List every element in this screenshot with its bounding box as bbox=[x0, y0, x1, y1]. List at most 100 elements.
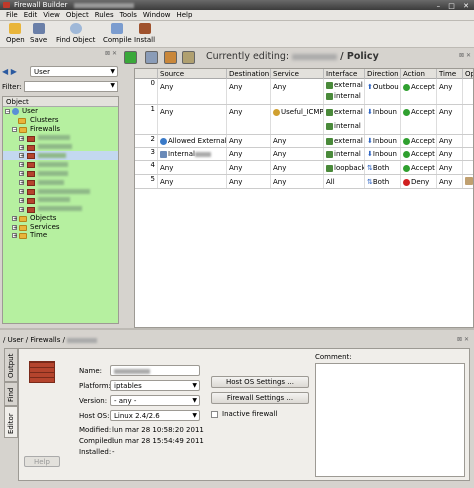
tab-editor[interactable]: Editor bbox=[4, 406, 18, 438]
rule-direction[interactable]: ⇅Both bbox=[364, 175, 400, 188]
inspect-rule-icon[interactable] bbox=[182, 51, 195, 64]
expand-icon[interactable]: + bbox=[19, 144, 24, 150]
open-button[interactable]: Open bbox=[6, 23, 25, 44]
rule-interface[interactable]: external bbox=[323, 135, 364, 147]
install-button[interactable]: Install bbox=[134, 23, 155, 44]
rule-action[interactable]: Accept bbox=[400, 135, 436, 147]
rule-direction[interactable]: ⬇Inboun bbox=[364, 105, 400, 134]
tree-item-firewall[interactable]: + bbox=[3, 187, 118, 196]
rule-options[interactable] bbox=[462, 175, 473, 188]
col-time[interactable]: Time bbox=[436, 69, 462, 79]
rule-destination[interactable]: Any bbox=[226, 135, 270, 147]
compile-button[interactable]: Compile bbox=[103, 23, 132, 44]
rule-source[interactable]: Any bbox=[157, 175, 226, 188]
menu-file[interactable]: File bbox=[3, 11, 21, 19]
rule-time[interactable]: Any bbox=[436, 161, 462, 174]
rule-destination[interactable]: Any bbox=[226, 148, 270, 160]
tree-item-firewall[interactable]: + bbox=[3, 160, 118, 169]
rule-action[interactable]: Accept bbox=[400, 161, 436, 174]
tree-item-firewall[interactable]: + bbox=[3, 178, 118, 187]
tree-item-time[interactable]: + Time bbox=[3, 231, 118, 240]
rule-time[interactable]: Any bbox=[436, 79, 462, 104]
policy-rule-row[interactable]: 0 Any Any Any external internal ⬆Outbou … bbox=[135, 79, 473, 105]
tree-item-firewall-selected[interactable]: + bbox=[3, 151, 118, 161]
tree-item-user[interactable]: − User bbox=[3, 107, 118, 116]
rule-destination[interactable]: Any bbox=[226, 161, 270, 174]
col-source[interactable]: Source bbox=[157, 69, 226, 79]
rule-action[interactable]: Accept bbox=[400, 148, 436, 160]
rule-direction[interactable]: ⬆Outbou bbox=[364, 79, 400, 104]
menu-edit[interactable]: Edit bbox=[21, 11, 41, 19]
object-tree[interactable]: Object − User Clusters − Firewalls + + + bbox=[2, 96, 119, 324]
rule-action[interactable]: Deny bbox=[400, 175, 436, 188]
rule-action[interactable]: Accept bbox=[400, 79, 436, 104]
back-forward-arrows-icon[interactable]: ◀ ▶ bbox=[2, 67, 17, 76]
rule-source[interactable]: Allowed Externals bbox=[157, 135, 226, 147]
rule-service[interactable]: Any bbox=[270, 161, 323, 174]
menu-tools[interactable]: Tools bbox=[117, 11, 140, 19]
expand-icon[interactable]: + bbox=[12, 233, 17, 239]
expand-icon[interactable]: + bbox=[12, 224, 17, 230]
col-interface[interactable]: Interface bbox=[323, 69, 364, 79]
rule-service[interactable]: Any bbox=[270, 79, 323, 104]
rule-source[interactable]: Any bbox=[157, 161, 226, 174]
expand-icon[interactable]: + bbox=[19, 171, 24, 177]
menu-help[interactable]: Help bbox=[173, 11, 195, 19]
rule-source[interactable]: Any bbox=[157, 105, 226, 134]
rule-time[interactable]: Any bbox=[436, 105, 462, 134]
col-service[interactable]: Service bbox=[270, 69, 323, 79]
version-select[interactable]: - any - ▼ bbox=[110, 395, 200, 406]
collapse-icon[interactable]: − bbox=[12, 126, 17, 132]
panel-close-icon[interactable]: ⊠ ✕ bbox=[105, 50, 117, 57]
rule-destination[interactable]: Any bbox=[226, 79, 270, 104]
rule-interface[interactable]: external internal bbox=[323, 105, 364, 134]
expand-icon[interactable]: + bbox=[12, 215, 17, 221]
tree-item-firewall[interactable]: + bbox=[3, 143, 118, 152]
rule-options[interactable] bbox=[462, 135, 473, 147]
panel-close-icon[interactable]: ⊠ ✕ bbox=[459, 52, 471, 59]
rule-interface[interactable]: All bbox=[323, 175, 364, 188]
rule-time[interactable]: Any bbox=[436, 135, 462, 147]
library-select[interactable]: User ▼ bbox=[30, 66, 118, 77]
filter-input[interactable]: ▼ bbox=[24, 81, 118, 92]
expand-icon[interactable]: + bbox=[19, 189, 24, 195]
tree-item-firewall[interactable]: + bbox=[3, 196, 118, 205]
rule-action[interactable]: Accept bbox=[400, 105, 436, 134]
install-rule-icon[interactable] bbox=[164, 51, 177, 64]
collapse-icon[interactable]: − bbox=[5, 109, 10, 115]
rule-service[interactable]: Any bbox=[270, 135, 323, 147]
expand-icon[interactable]: + bbox=[19, 153, 24, 159]
rule-direction[interactable]: ⬇Inboun bbox=[364, 135, 400, 147]
rule-options[interactable] bbox=[462, 79, 473, 104]
expand-icon[interactable]: + bbox=[19, 162, 24, 168]
rule-direction[interactable]: ⬇Inboun bbox=[364, 148, 400, 160]
compile-rule-icon[interactable] bbox=[145, 51, 158, 64]
menu-object[interactable]: Object bbox=[63, 11, 92, 19]
tree-item-objects[interactable]: + Objects bbox=[3, 214, 118, 223]
tree-item-clusters[interactable]: Clusters bbox=[3, 116, 118, 125]
tree-item-firewall[interactable]: + bbox=[3, 169, 118, 178]
rule-service[interactable]: Any bbox=[270, 148, 323, 160]
policy-rules-table[interactable]: Source Destination Service Interface Dir… bbox=[134, 68, 474, 328]
policy-rule-row[interactable]: 3 Internal Any Any internal ⬇Inboun Acce… bbox=[135, 148, 473, 161]
col-direction[interactable]: Direction bbox=[364, 69, 400, 79]
hostos-select[interactable]: Linux 2.4/2.6 ▼ bbox=[110, 410, 200, 421]
expand-icon[interactable]: + bbox=[19, 206, 24, 212]
save-button[interactable]: Save bbox=[30, 23, 47, 44]
expand-icon[interactable]: + bbox=[19, 180, 24, 186]
name-field[interactable] bbox=[110, 365, 200, 376]
find-object-button[interactable]: Find Object bbox=[56, 23, 95, 44]
rule-destination[interactable]: Any bbox=[226, 105, 270, 134]
rule-interface[interactable]: external internal bbox=[323, 79, 364, 104]
col-destination[interactable]: Destination bbox=[226, 69, 270, 79]
tab-find[interactable]: Find bbox=[4, 382, 18, 406]
comment-textarea[interactable] bbox=[315, 363, 465, 477]
rule-time[interactable]: Any bbox=[436, 148, 462, 160]
firewall-settings-button[interactable]: Firewall Settings ... bbox=[211, 392, 309, 404]
policy-rule-row[interactable]: 5 Any Any Any All ⇅Both Deny Any bbox=[135, 175, 473, 189]
rule-direction[interactable]: ⇅Both bbox=[364, 161, 400, 174]
help-button[interactable]: Help bbox=[24, 456, 60, 467]
policy-rule-row[interactable]: 1 Any Any Useful_ICMP external internal … bbox=[135, 105, 473, 135]
add-rule-icon[interactable] bbox=[124, 51, 137, 64]
rule-service[interactable]: Any bbox=[270, 175, 323, 188]
